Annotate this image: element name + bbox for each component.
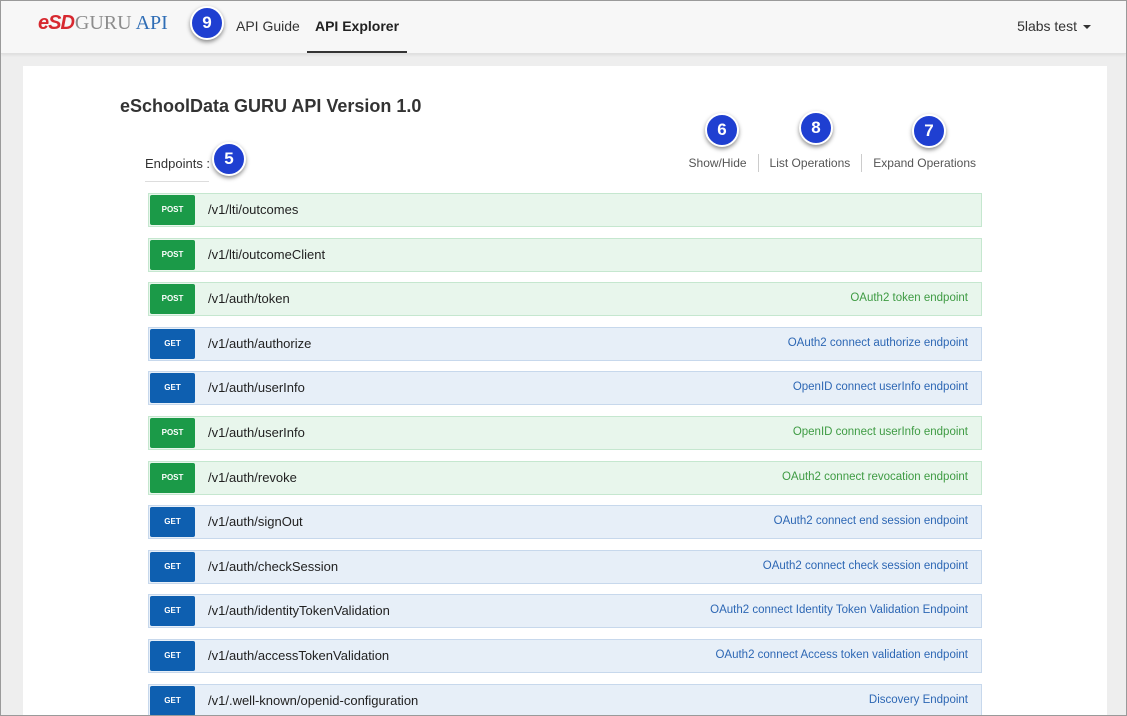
endpoint-row[interactable]: POST/v1/auth/userInfo OpenID connect user… — [148, 415, 982, 450]
endpoint-path[interactable]: /v1/.well-known/openid-configuration — [208, 685, 418, 715]
user-name: 5labs test — [1017, 18, 1077, 34]
expand-operations-link[interactable]: Expand Operations — [862, 154, 976, 172]
endpoint-row[interactable]: POST/v1/auth/token OAuth2 token endpoint — [148, 282, 982, 317]
endpoint-description[interactable]: OpenID connect userInfo endpoint — [793, 417, 968, 447]
method-badge-post[interactable]: POST — [150, 284, 195, 315]
operation-links: Show/Hide List Operations Expand Operati… — [678, 154, 976, 172]
endpoint-description[interactable]: OAuth2 connect check session endpoint — [763, 551, 968, 581]
endpoint-row[interactable]: POST/v1/lti/outcomeClient — [148, 237, 982, 272]
endpoints-label: Endpoints : — [145, 156, 211, 182]
endpoint-row[interactable]: GET/v1/auth/identityTokenValidation OAuth… — [148, 594, 982, 629]
top-navbar: eSD GURU API API Guide API Explorer 5lab… — [1, 1, 1126, 54]
endpoint-description[interactable]: OpenID connect userInfo endpoint — [793, 372, 968, 402]
nav-api-explorer[interactable]: API Explorer — [307, 1, 407, 53]
endpoint-path[interactable]: /v1/auth/accessTokenValidation — [208, 640, 389, 672]
api-explorer-panel: eSchoolData GURU API Version 1.0 Endpoin… — [23, 66, 1107, 715]
endpoint-description[interactable]: OAuth2 connect Identity Token Validation… — [710, 595, 968, 625]
app-window: eSD GURU API API Guide API Explorer 5lab… — [0, 0, 1127, 716]
endpoints-underline — [145, 181, 209, 182]
caret-down-icon — [1083, 25, 1091, 30]
method-badge-post[interactable]: POST — [150, 195, 195, 225]
endpoints-label-text: Endpoints : — [145, 156, 211, 171]
method-badge-get[interactable]: GET — [150, 507, 195, 538]
endpoint-path[interactable]: /v1/auth/userInfo — [208, 372, 305, 404]
endpoint-description[interactable]: OAuth2 connect authorize endpoint — [788, 328, 968, 358]
annotation-marker-7: 7 — [912, 114, 946, 148]
endpoint-path[interactable]: /v1/auth/checkSession — [208, 551, 338, 583]
annotation-marker-9: 9 — [190, 6, 224, 40]
endpoint-row[interactable]: GET/v1/.well-known/openid-configuration D… — [148, 683, 982, 715]
endpoint-list: POST/v1/lti/outcomes POST/v1/lti/outcomeC… — [148, 193, 982, 715]
endpoint-row[interactable]: POST/v1/lti/outcomes — [148, 193, 982, 227]
endpoint-path[interactable]: /v1/auth/authorize — [208, 328, 311, 360]
method-badge-post[interactable]: POST — [150, 239, 195, 270]
endpoint-description[interactable]: OAuth2 connect end session endpoint — [774, 506, 968, 536]
logo-guru-text: GURU — [74, 12, 132, 34]
endpoint-row[interactable]: GET/v1/auth/userInfo OpenID connect userI… — [148, 371, 982, 406]
logo-esd-text: eSD — [38, 12, 75, 34]
method-badge-get[interactable]: GET — [150, 373, 195, 404]
user-menu-dropdown[interactable]: 5labs test — [1017, 1, 1091, 53]
method-badge-get[interactable]: GET — [150, 551, 195, 582]
endpoint-description[interactable]: OAuth2 connect revocation endpoint — [782, 462, 968, 492]
endpoint-description[interactable]: OAuth2 connect Access token validation e… — [715, 640, 968, 670]
endpoint-row[interactable]: POST/v1/auth/revoke OAuth2 connect revoca… — [148, 460, 982, 495]
endpoint-row[interactable]: GET/v1/auth/checkSession OAuth2 connect c… — [148, 549, 982, 584]
page-title: eSchoolData GURU API Version 1.0 — [120, 96, 422, 116]
endpoint-path[interactable]: /v1/auth/userInfo — [208, 417, 305, 449]
method-badge-get[interactable]: GET — [150, 685, 195, 715]
nav-api-guide[interactable]: API Guide — [236, 1, 300, 53]
endpoint-path[interactable]: /v1/auth/identityTokenValidation — [208, 595, 390, 627]
annotation-marker-6: 6 — [705, 113, 739, 147]
endpoint-path[interactable]: /v1/lti/outcomes — [208, 194, 298, 226]
method-badge-get[interactable]: GET — [150, 596, 195, 627]
endpoint-path[interactable]: /v1/lti/outcomeClient — [208, 239, 325, 271]
annotation-marker-5: 5 — [212, 142, 246, 176]
endpoint-description[interactable]: OAuth2 token endpoint — [850, 283, 968, 313]
endpoint-row[interactable]: GET/v1/auth/signOut OAuth2 connect end se… — [148, 505, 982, 540]
endpoint-row[interactable]: GET/v1/auth/accessTokenValidation OAuth2 … — [148, 638, 982, 673]
esd-guru-api-logo[interactable]: eSD GURU API — [38, 12, 168, 38]
method-badge-get[interactable]: GET — [150, 640, 195, 671]
endpoint-path[interactable]: /v1/auth/signOut — [208, 506, 303, 538]
method-badge-get[interactable]: GET — [150, 328, 195, 359]
method-badge-post[interactable]: POST — [150, 417, 195, 448]
endpoint-description[interactable]: Discovery Endpoint — [869, 685, 968, 715]
method-badge-post[interactable]: POST — [150, 462, 195, 493]
endpoint-path[interactable]: /v1/auth/token — [208, 283, 290, 315]
show-hide-link[interactable]: Show/Hide — [678, 154, 759, 172]
annotation-marker-8: 8 — [799, 111, 833, 145]
list-operations-link[interactable]: List Operations — [759, 154, 863, 172]
logo-api-text: API — [135, 12, 168, 34]
endpoint-row[interactable]: GET/v1/auth/authorize OAuth2 connect auth… — [148, 326, 982, 361]
endpoint-path[interactable]: /v1/auth/revoke — [208, 462, 297, 494]
